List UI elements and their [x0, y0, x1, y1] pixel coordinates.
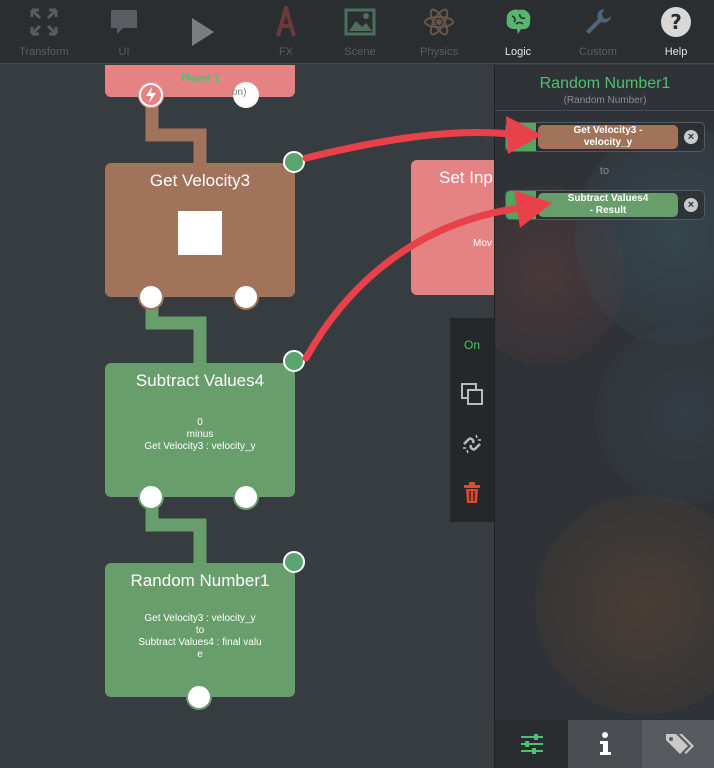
subtract-desc-line3: Get Velocity3 : velocity_y: [144, 441, 256, 452]
player-port-label: on): [232, 87, 247, 98]
panel-tabs: [495, 720, 714, 768]
param-from-field[interactable]: Get Velocity3 - velocity_y ×: [505, 122, 705, 152]
to-label: to: [599, 165, 610, 177]
play-icon: [192, 18, 214, 46]
toolbar-custom[interactable]: Custom: [558, 0, 638, 64]
player-block-title: Player 1: [180, 73, 220, 84]
toolbar-label-fx: FX: [278, 46, 294, 58]
get-velocity-port-left[interactable]: [138, 284, 164, 310]
clear-from-icon[interactable]: ×: [684, 130, 698, 144]
tags-icon: [666, 734, 694, 754]
param-from-line1: Get Velocity3 -: [573, 125, 643, 136]
subtract-desc-line1: 0: [197, 417, 203, 428]
lightning-icon: [138, 82, 164, 108]
random-number-block[interactable]: Random Number1 Get Velocity3 : velocity_…: [105, 563, 295, 697]
param-to-chip[interactable]: Subtract Values4 - Result: [538, 193, 678, 217]
random-desc-line3: Subtract Values4 : final valu: [138, 637, 262, 648]
get-velocity-title: Get Velocity3: [149, 171, 251, 190]
set-input-title: Set Inp: [439, 168, 493, 187]
help-icon: ?: [661, 7, 691, 37]
param-to-line2: - Result: [589, 205, 627, 216]
toolbar-label-scene: Scene: [344, 46, 376, 58]
block-preview-icon: [178, 211, 222, 255]
tab-tags[interactable]: [642, 720, 714, 768]
unlink-icon[interactable]: [460, 432, 484, 456]
param-to-field[interactable]: Subtract Values4 - Result ×: [505, 190, 705, 220]
panel-title: Random Number1: [539, 75, 671, 92]
toolbar-label-transform: Transform: [19, 46, 69, 58]
toolbar-label-ui: UI: [118, 46, 130, 58]
param-from-chip[interactable]: Get Velocity3 - velocity_y: [538, 125, 678, 149]
random-export-icon[interactable]: [283, 551, 305, 573]
top-toolbar: Transform UI FX Scene Physics Logic Cust…: [0, 0, 714, 64]
panel-header: Random Number1 (Random Number): [495, 65, 714, 111]
subtract-export-icon[interactable]: [283, 350, 305, 372]
toolbar-scene[interactable]: Scene: [320, 0, 400, 64]
subtract-values-title: Subtract Values4: [135, 371, 265, 390]
random-desc-line2: to: [195, 625, 205, 636]
toolbar-physics[interactable]: Physics: [399, 0, 479, 64]
trash-icon[interactable]: [462, 482, 482, 504]
transform-icon: [30, 8, 58, 36]
get-velocity-block[interactable]: Get Velocity3: [105, 163, 295, 297]
block-mini-toolbar: On: [450, 318, 494, 522]
on-toggle[interactable]: On: [450, 338, 494, 352]
properties-panel: Random Number1 (Random Number) Get Veloc…: [494, 65, 714, 768]
toolbar-label-custom: Custom: [579, 46, 617, 58]
info-icon: [600, 732, 611, 755]
duplicate-icon[interactable]: [460, 382, 484, 406]
ui-icon: [111, 10, 137, 34]
random-number-title: Random Number1: [130, 571, 270, 590]
toolbar-help[interactable]: ? Help: [636, 0, 714, 64]
subtract-values-block[interactable]: Subtract Values4 0 minus Get Velocity3 :…: [105, 363, 295, 497]
fx-icon: [276, 6, 296, 37]
subtract-port-right[interactable]: [233, 484, 259, 510]
random-desc-line4: e: [197, 649, 203, 660]
toolbar-label-logic: Logic: [504, 46, 532, 58]
tab-settings[interactable]: [495, 720, 568, 768]
get-velocity-export-icon[interactable]: [283, 151, 305, 173]
clear-to-icon[interactable]: ×: [684, 198, 698, 212]
sliders-icon: [521, 734, 543, 754]
logic-icon: [506, 9, 531, 34]
random-port-bottom[interactable]: [186, 684, 212, 710]
param-to-handle[interactable]: [506, 191, 536, 219]
random-desc-line1: Get Velocity3 : velocity_y: [144, 613, 256, 624]
set-input-block[interactable]: Set Inp Mov: [411, 160, 494, 295]
toolbar-fx[interactable]: FX: [246, 0, 326, 64]
tab-info[interactable]: [568, 720, 642, 768]
physics-icon: [424, 8, 454, 36]
player-output-port-left[interactable]: [138, 82, 164, 108]
toolbar-label-physics: Physics: [420, 46, 458, 58]
scene-icon: [344, 8, 376, 36]
param-to-line1: Subtract Values4: [567, 193, 649, 204]
panel-subtitle: (Random Number): [563, 95, 647, 106]
set-input-desc: Mov: [473, 238, 492, 249]
svg-text:?: ?: [670, 10, 682, 34]
toolbar-play[interactable]: [162, 0, 242, 64]
param-from-line2: velocity_y: [583, 137, 633, 148]
toolbar-ui[interactable]: UI: [84, 0, 164, 64]
subtract-desc-line2: minus: [186, 429, 214, 440]
toolbar-label-help: Help: [664, 46, 688, 58]
get-velocity-port-right[interactable]: [233, 284, 259, 310]
logic-canvas[interactable]: Player 1 on) Get Velocity3 Set Inp Mov S…: [0, 65, 494, 768]
toolbar-transform[interactable]: Transform: [4, 0, 84, 64]
subtract-port-left[interactable]: [138, 484, 164, 510]
wrench-icon: [586, 9, 611, 34]
param-from-handle[interactable]: [506, 123, 536, 151]
toolbar-logic[interactable]: Logic: [478, 0, 558, 64]
